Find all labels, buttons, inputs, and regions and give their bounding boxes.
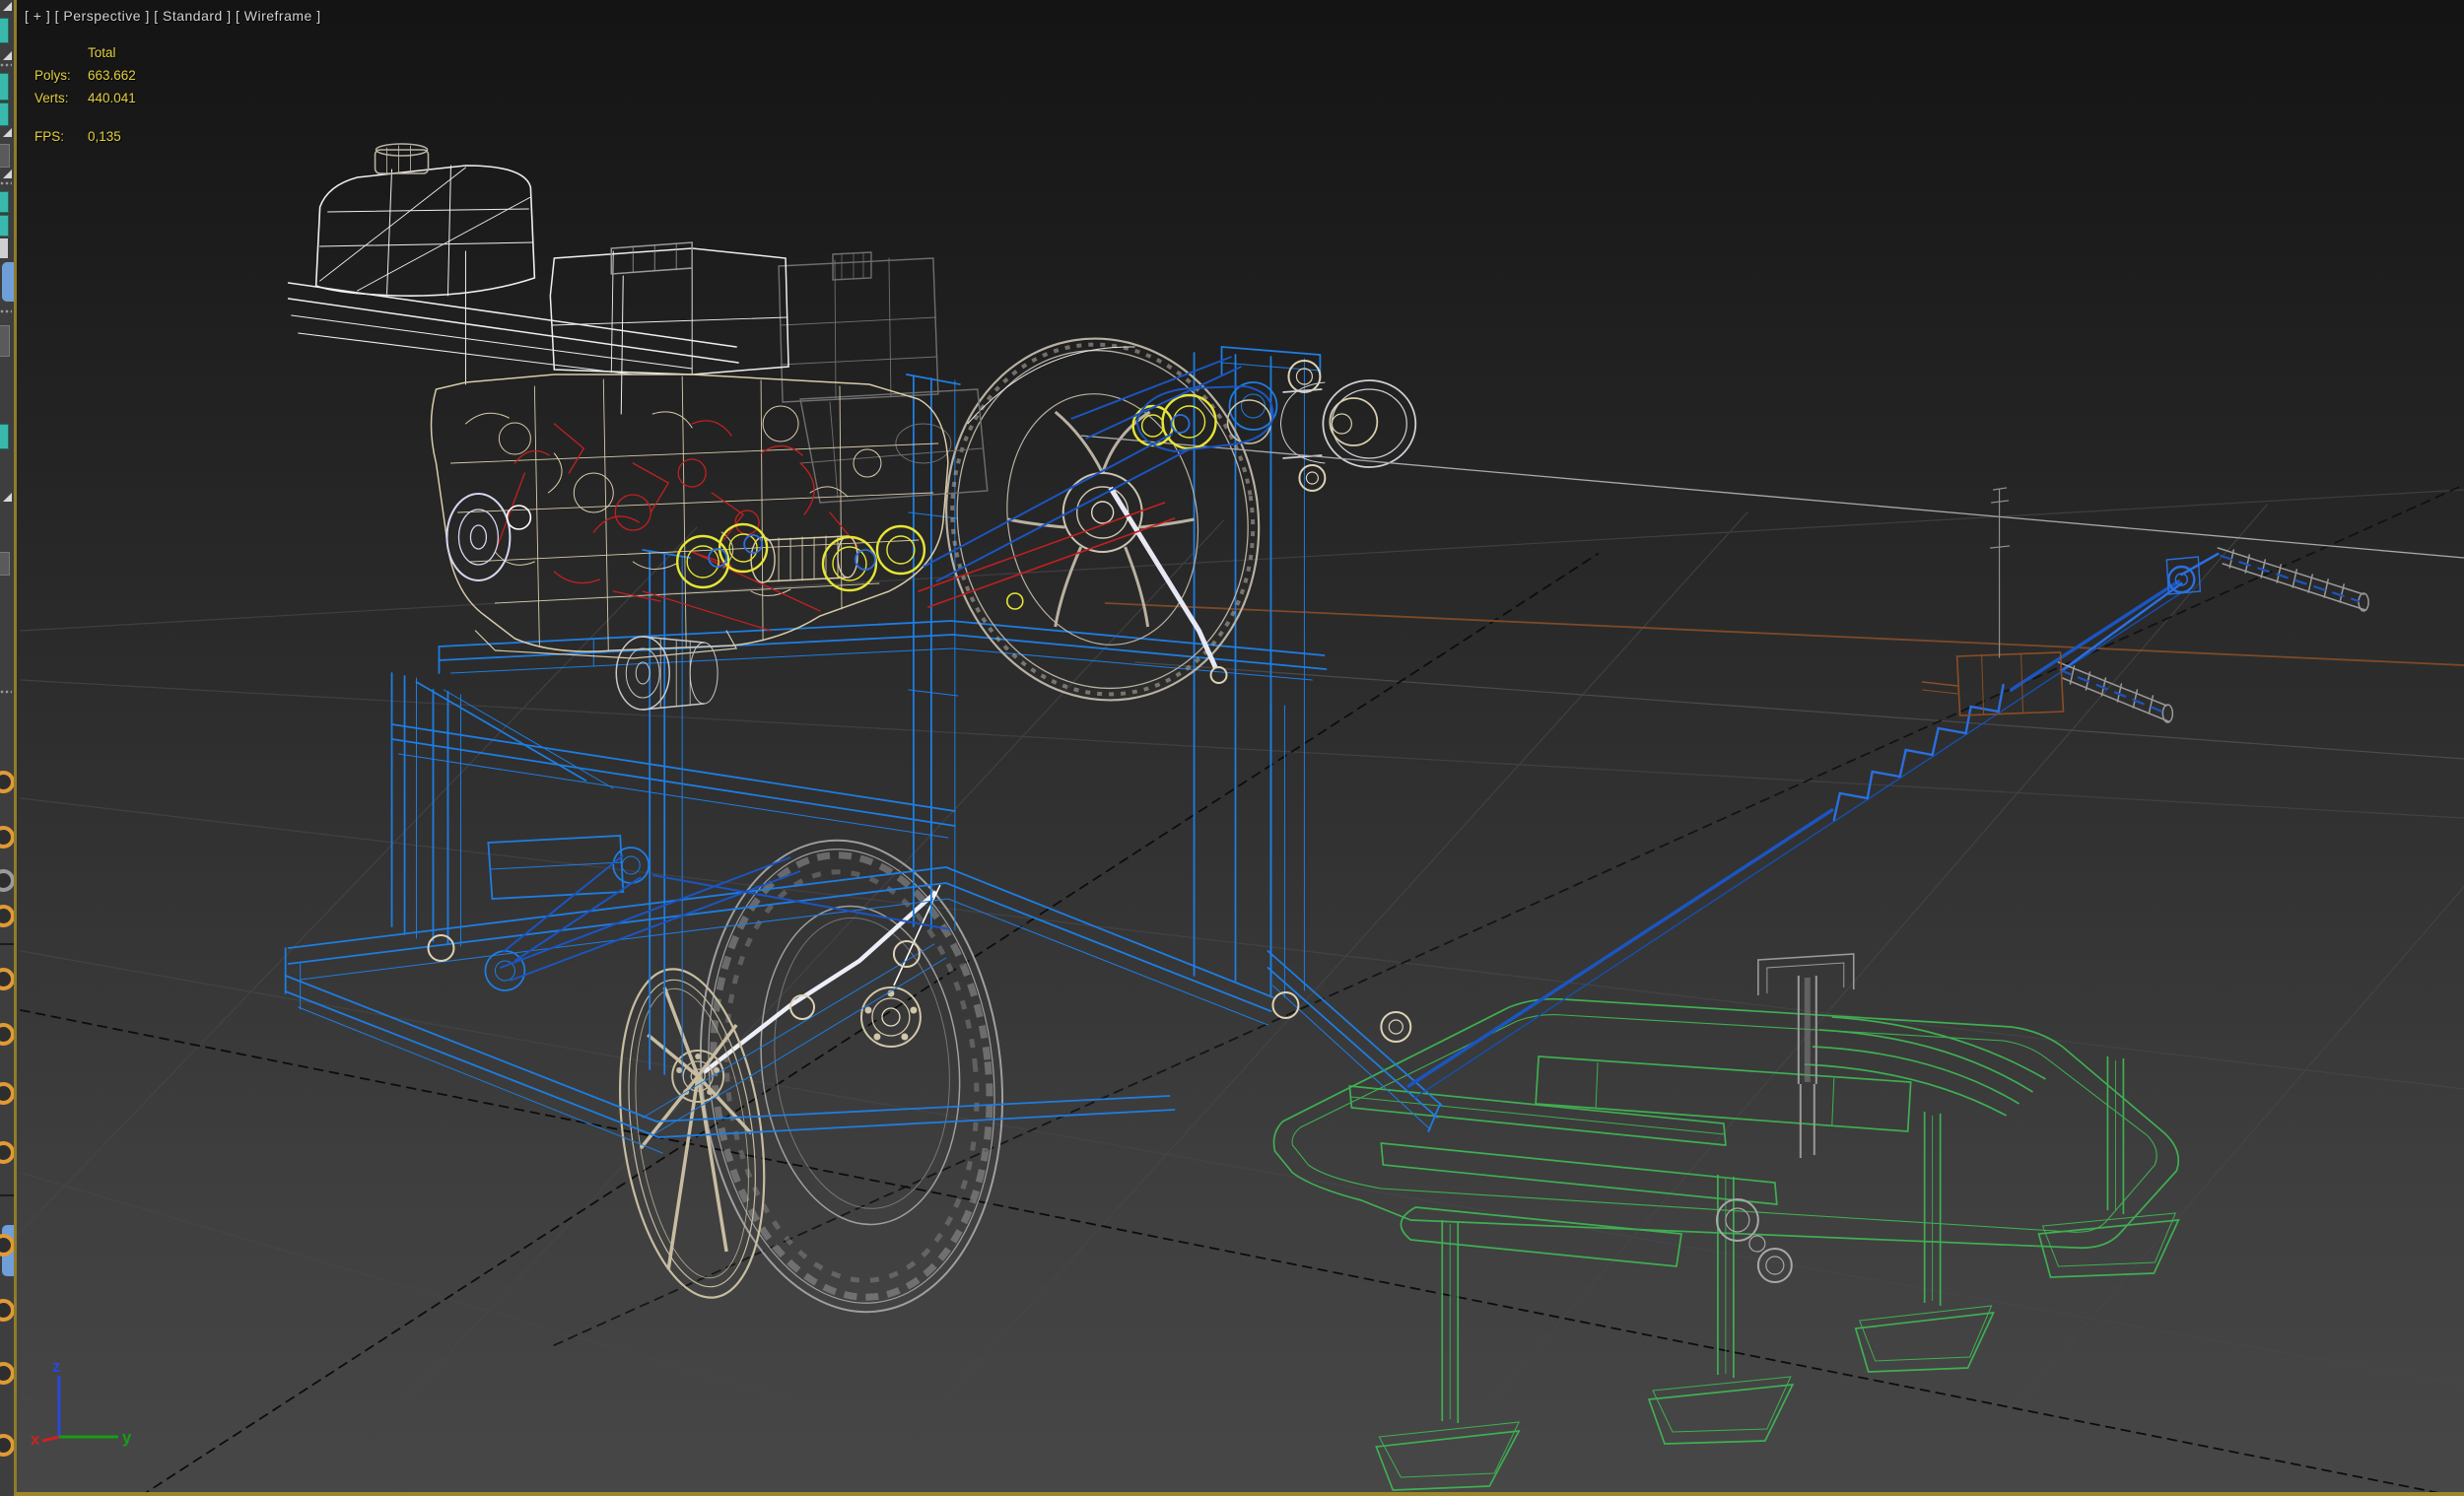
stats-fps-value: 0,135: [88, 129, 121, 144]
magnet-snap-icon[interactable]: [0, 1082, 14, 1105]
toolbar-separator-dots: [0, 63, 12, 67]
engine-shroud: [287, 241, 789, 415]
flyout-corner-icon[interactable]: [3, 170, 12, 178]
ghost-engine: [778, 251, 989, 504]
teal-cube-icon[interactable]: [0, 73, 9, 101]
green-sled-frame[interactable]: [1272, 997, 2180, 1491]
magnet-snap-icon[interactable]: [0, 1362, 14, 1385]
sled-leg: [1854, 1112, 1995, 1373]
x-axis-label: x: [31, 1430, 40, 1449]
teal-bars-icon[interactable]: [0, 191, 9, 213]
flywheel-sprocket: [950, 342, 1256, 697]
stats-polys-value: 663.662: [88, 68, 136, 83]
lower-grip: [2057, 661, 2174, 723]
magnet-snap-icon[interactable]: [0, 905, 14, 927]
teal-arc-icon[interactable]: [0, 102, 9, 126]
coil-spring: [1832, 683, 2005, 822]
clutch-drum[interactable]: [1279, 379, 1417, 468]
toolbar-separator-dots: [0, 181, 12, 185]
sled-leg: [1375, 1220, 1521, 1491]
sled-leg: [2037, 1056, 2180, 1278]
axis-gizmo: z y x: [31, 1357, 132, 1449]
stats-verts-value: 440.041: [88, 91, 136, 105]
upper-grip: [2217, 547, 2369, 612]
magnet-snap-icon[interactable]: [0, 1023, 14, 1046]
long-axle-line: [1080, 435, 2464, 559]
stats-verts-label: Verts:: [34, 91, 69, 105]
toolbar-separator: [0, 1194, 14, 1196]
flyout-corner-icon[interactable]: [3, 493, 12, 502]
magnet-snap-icon[interactable]: [0, 1299, 14, 1322]
fuel-tank: [314, 143, 536, 297]
viewport-canvas[interactable]: z y x: [17, 0, 2464, 1492]
white-tool-icon[interactable]: [0, 238, 8, 258]
perspective-viewport[interactable]: z y x [ + ] [ Perspective ] [ Standard ]…: [14, 0, 2464, 1496]
antenna-rod: [1989, 487, 2011, 658]
engine[interactable]: [287, 143, 1217, 711]
engine-red-internals: [494, 420, 1176, 632]
rear-tire[interactable]: [678, 825, 1025, 1326]
teal-arrow-icon[interactable]: [0, 215, 9, 237]
fuel-cap: [374, 143, 430, 174]
max-viewport-screenshot: z y x [ + ] [ Perspective ] [ Standard ]…: [0, 0, 2464, 1496]
toolbar-separator: [0, 943, 14, 945]
statistics-overlay: Total Polys: 663.662 Verts: 440.041 FPS:…: [34, 45, 136, 144]
wheel-spokes: [639, 986, 753, 1270]
gray-snap-icon[interactable]: [0, 869, 14, 892]
magnet-snap-icon[interactable]: [0, 771, 14, 793]
toolbar-separator-dots: [0, 690, 12, 694]
stats-fps-label: FPS:: [34, 129, 65, 144]
magnet-snap-icon[interactable]: [0, 1434, 14, 1457]
drawbar: [1406, 808, 1834, 1088]
teal-tool-icon[interactable]: [0, 18, 9, 43]
left-toolbar-strip[interactable]: [0, 0, 14, 1496]
gray-tool-icon[interactable]: [0, 325, 10, 357]
magnet-snap-icon[interactable]: [0, 1141, 14, 1164]
toolbar-separator-dots: [0, 309, 12, 313]
magnet-snap-icon[interactable]: [0, 826, 14, 849]
stats-total-header: Total: [88, 45, 116, 60]
viewport-label[interactable]: [ + ] [ Perspective ] [ Standard ] [ Wir…: [25, 8, 321, 24]
magnet-snap-icon[interactable]: [0, 968, 14, 990]
z-axis-label: z: [52, 1357, 60, 1376]
flyout-corner-icon[interactable]: [3, 2, 12, 11]
sled-leg: [1647, 1175, 1795, 1445]
x-axis: [41, 1435, 60, 1443]
active-tool-highlight[interactable]: [2, 262, 14, 302]
gray-tool-icon[interactable]: [0, 552, 10, 576]
handlebar-assembly[interactable]: [1406, 487, 2369, 1099]
gray-tool-icon[interactable]: [0, 144, 10, 168]
y-axis-label: y: [122, 1428, 132, 1447]
stats-polys-label: Polys:: [34, 68, 71, 83]
flyout-corner-icon[interactable]: [3, 128, 12, 137]
teal-tool-icon[interactable]: [0, 424, 9, 449]
home-grid-orange-axis: [1104, 602, 2464, 666]
flywheel-spokes: [1007, 410, 1195, 628]
recoil-starter: [445, 493, 532, 581]
flyout-corner-icon[interactable]: [3, 51, 12, 60]
